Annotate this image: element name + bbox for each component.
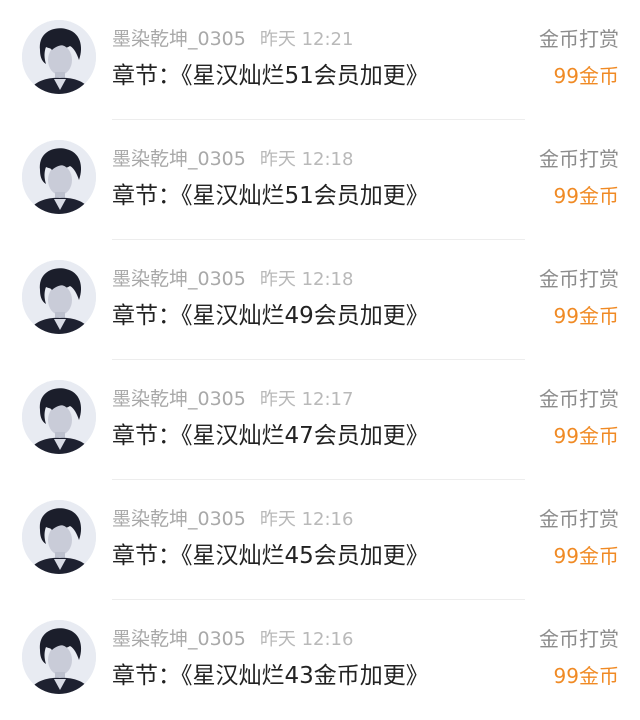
username[interactable]: 墨染乾坤_0305 (112, 28, 246, 50)
user-avatar-icon[interactable] (22, 140, 96, 214)
record-meta: 墨染乾坤_0305 昨天 12:21 (112, 24, 353, 54)
user-avatar-icon[interactable] (22, 20, 96, 94)
timestamp: 昨天 12:17 (259, 389, 354, 410)
reward-amount: 99金币 (553, 304, 619, 328)
reward-amount: 99金币 (553, 64, 619, 88)
user-avatar-icon[interactable] (22, 500, 96, 574)
reward-record-row[interactable]: 墨染乾坤_0305 昨天 12:17 章节：《星汉灿烂47会员加更》 金币打赏 9… (0, 360, 640, 480)
user-avatar-icon[interactable] (22, 620, 96, 694)
chapter-title: 章节：《星汉灿烂51会员加更》 (112, 63, 429, 89)
username[interactable]: 墨染乾坤_0305 (112, 388, 246, 410)
username[interactable]: 墨染乾坤_0305 (112, 628, 246, 650)
chapter-title: 章节：《星汉灿烂45会员加更》 (112, 543, 429, 569)
reward-amount: 99金币 (553, 544, 619, 568)
reward-type-label: 金币打赏 (539, 267, 619, 291)
user-avatar-icon[interactable] (22, 380, 96, 454)
reward-record-row[interactable]: 墨染乾坤_0305 昨天 12:16 章节：《星汉灿烂43金币加更》 金币打赏 9… (0, 600, 640, 720)
reward-record-row[interactable]: 墨染乾坤_0305 昨天 12:21 章节：《星汉灿烂51会员加更》 金币打赏 9… (0, 0, 640, 120)
reward-type-label: 金币打赏 (539, 27, 619, 51)
record-meta: 墨染乾坤_0305 昨天 12:16 (112, 504, 353, 534)
username[interactable]: 墨染乾坤_0305 (112, 508, 246, 530)
chapter-title: 章节：《星汉灿烂49会员加更》 (112, 303, 429, 329)
reward-type-label: 金币打赏 (539, 507, 619, 531)
reward-record-row[interactable]: 墨染乾坤_0305 昨天 12:18 章节：《星汉灿烂51会员加更》 金币打赏 9… (0, 120, 640, 240)
reward-amount: 99金币 (553, 424, 619, 448)
user-avatar-icon[interactable] (22, 260, 96, 334)
reward-type-label: 金币打赏 (539, 387, 619, 411)
record-meta: 墨染乾坤_0305 昨天 12:16 (112, 624, 353, 654)
record-meta: 墨染乾坤_0305 昨天 12:17 (112, 384, 353, 414)
chapter-title: 章节：《星汉灿烂43金币加更》 (112, 663, 429, 689)
username[interactable]: 墨染乾坤_0305 (112, 148, 246, 170)
record-meta: 墨染乾坤_0305 昨天 12:18 (112, 264, 353, 294)
timestamp: 昨天 12:16 (259, 629, 354, 650)
timestamp: 昨天 12:18 (259, 149, 354, 170)
chapter-title: 章节：《星汉灿烂51会员加更》 (112, 183, 429, 209)
record-meta: 墨染乾坤_0305 昨天 12:18 (112, 144, 353, 174)
reward-record-row[interactable]: 墨染乾坤_0305 昨天 12:16 章节：《星汉灿烂45会员加更》 金币打赏 9… (0, 480, 640, 600)
username[interactable]: 墨染乾坤_0305 (112, 268, 246, 290)
reward-type-label: 金币打赏 (539, 627, 619, 651)
reward-type-label: 金币打赏 (539, 147, 619, 171)
timestamp: 昨天 12:16 (259, 509, 354, 530)
timestamp: 昨天 12:18 (259, 269, 354, 290)
timestamp: 昨天 12:21 (259, 29, 354, 50)
reward-record-list: 墨染乾坤_0305 昨天 12:21 章节：《星汉灿烂51会员加更》 金币打赏 9… (0, 0, 640, 716)
reward-record-row[interactable]: 墨染乾坤_0305 昨天 12:18 章节：《星汉灿烂49会员加更》 金币打赏 9… (0, 240, 640, 360)
reward-amount: 99金币 (553, 184, 619, 208)
reward-amount: 99金币 (553, 664, 619, 688)
chapter-title: 章节：《星汉灿烂47会员加更》 (112, 423, 429, 449)
